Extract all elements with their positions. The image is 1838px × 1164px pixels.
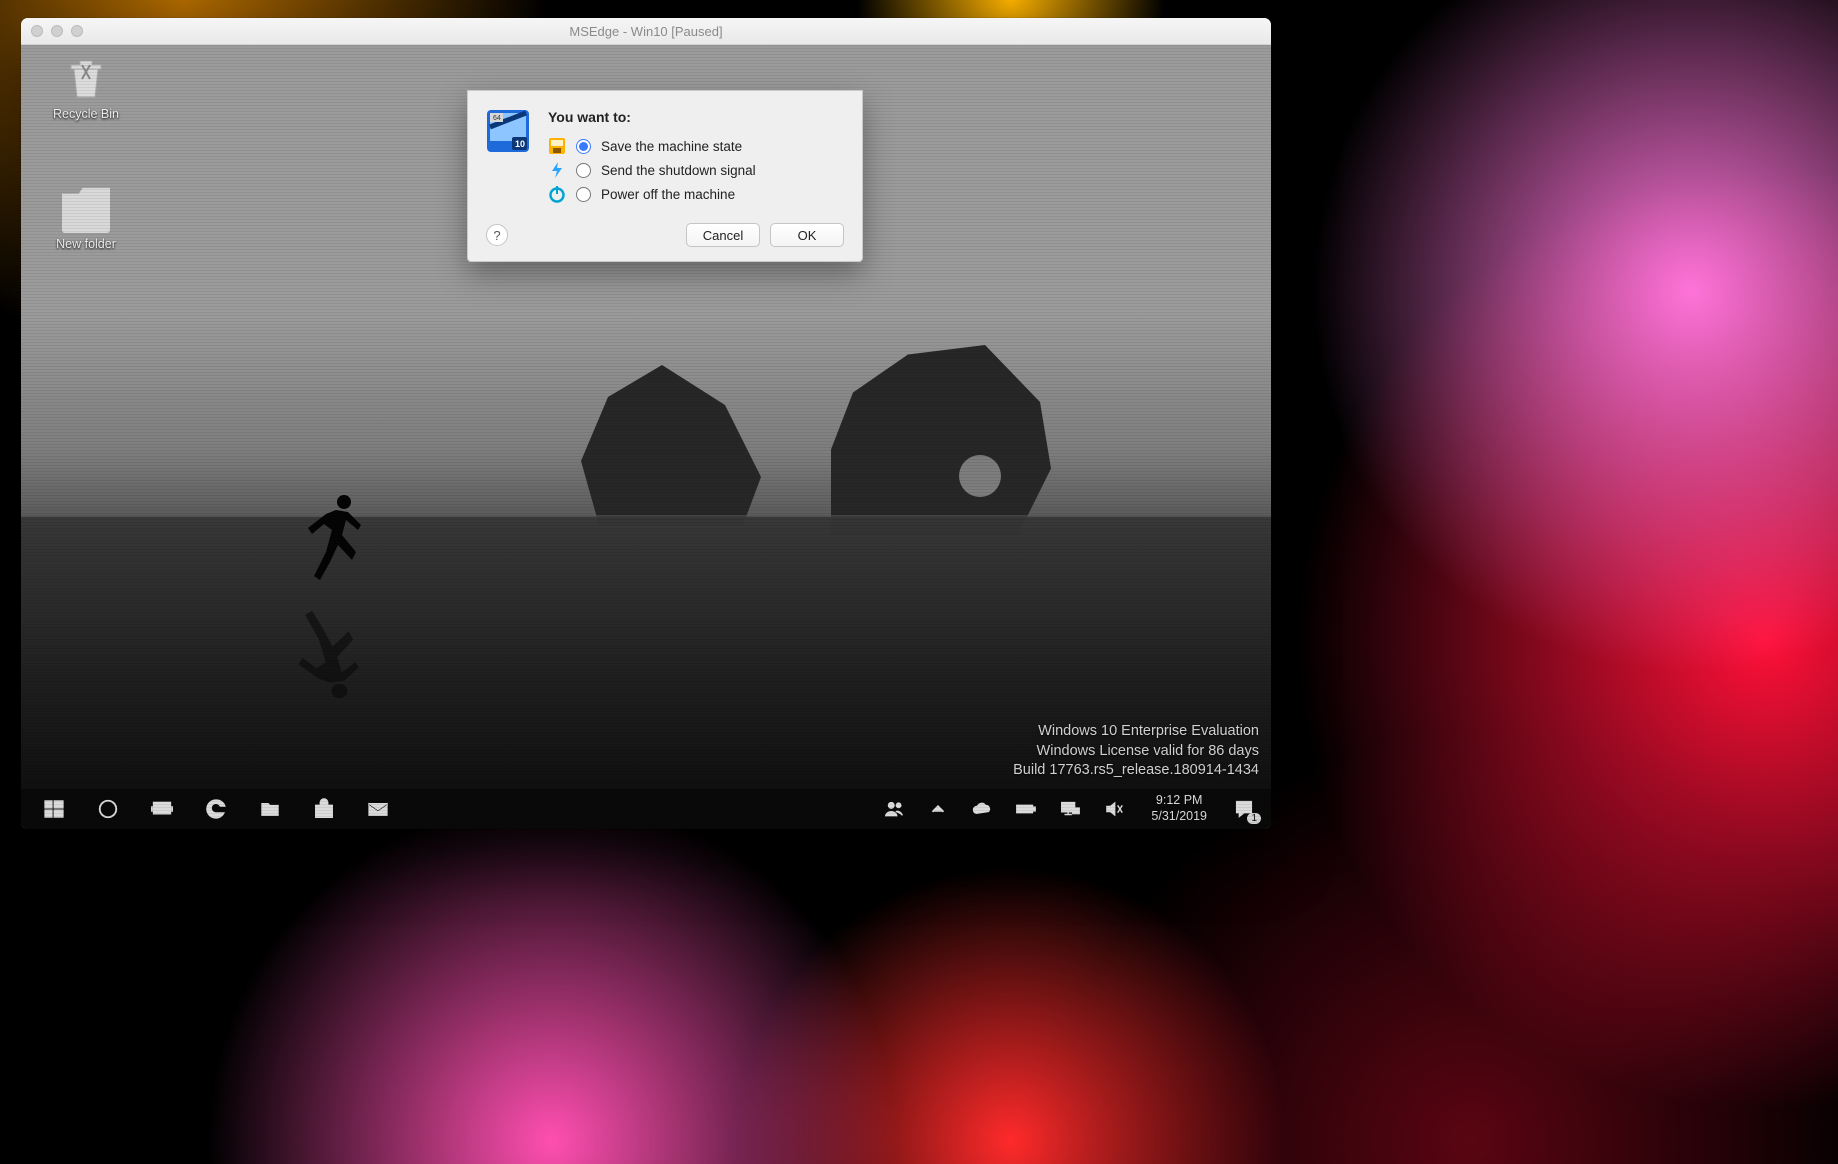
tray-overflow-chevron-icon[interactable] (925, 796, 951, 822)
option-save-state[interactable]: Save the machine state (548, 137, 844, 155)
taskbar-app-file-explorer[interactable] (257, 796, 283, 822)
taskbar-left (21, 796, 391, 822)
system-tray: 9:12 PM 5/31/2019 1 (881, 793, 1271, 824)
cortana-button[interactable] (95, 796, 121, 822)
task-view-button[interactable] (149, 796, 175, 822)
save-state-icon (548, 137, 566, 155)
tray-onedrive-icon[interactable] (969, 796, 995, 822)
cancel-label: Cancel (703, 228, 743, 243)
desktop-icon-recycle-bin[interactable]: Recycle Bin (41, 55, 131, 121)
clock-time: 9:12 PM (1151, 793, 1207, 809)
option-label: Save the machine state (601, 139, 742, 154)
shutdown-signal-icon (548, 161, 566, 179)
option-power-off[interactable]: Power off the machine (548, 185, 844, 203)
close-vm-dialog: 64 10 You want to: Save the machine state (467, 90, 863, 262)
option-label: Power off the machine (601, 187, 735, 202)
svg-text:10: 10 (515, 139, 525, 149)
tray-clock[interactable]: 9:12 PM 5/31/2019 (1145, 793, 1213, 824)
watermark-line: Windows 10 Enterprise Evaluation (1013, 722, 1259, 742)
taskbar-app-mail[interactable] (365, 796, 391, 822)
start-button[interactable] (41, 796, 67, 822)
recycle-bin-icon (62, 55, 110, 103)
option-shutdown-signal-radio[interactable] (576, 163, 591, 178)
power-off-icon (548, 185, 566, 203)
tray-people-icon[interactable] (881, 796, 907, 822)
help-button[interactable]: ? (486, 224, 508, 246)
taskbar-app-edge[interactable] (203, 796, 229, 822)
option-power-off-radio[interactable] (576, 187, 591, 202)
svg-text:64: 64 (493, 115, 501, 122)
ok-button[interactable]: OK (770, 223, 844, 247)
traffic-lights (31, 25, 83, 37)
traffic-close[interactable] (31, 25, 43, 37)
vm-window: MSEdge - Win10 [Paused] Recycle Bin New … (21, 18, 1271, 829)
tray-network-icon[interactable] (1057, 796, 1083, 822)
window-title: MSEdge - Win10 [Paused] (569, 24, 722, 39)
watermark-line: Build 17763.rs5_release.180914-1434 (1013, 761, 1259, 781)
clock-date: 5/31/2019 (1151, 809, 1207, 825)
folder-icon (62, 185, 110, 233)
cancel-button[interactable]: Cancel (686, 223, 760, 247)
option-save-state-radio[interactable] (576, 139, 591, 154)
vm-viewport: Recycle Bin New folder Windows 10 Enterp… (21, 45, 1271, 829)
help-label: ? (493, 228, 500, 243)
tray-battery-icon[interactable] (1013, 796, 1039, 822)
mac-titlebar[interactable]: MSEdge - Win10 [Paused] (21, 18, 1271, 45)
action-center-badge: 1 (1247, 813, 1261, 824)
tray-action-center-icon[interactable]: 1 (1231, 796, 1257, 822)
taskbar-app-store[interactable] (311, 796, 337, 822)
desktop-icon-label: New folder (41, 237, 131, 251)
option-label: Send the shutdown signal (601, 163, 756, 178)
wallpaper-rock-arch (831, 345, 1051, 535)
taskbar: 9:12 PM 5/31/2019 1 (21, 789, 1271, 829)
wallpaper-rock (581, 365, 761, 525)
dialog-prompt: You want to: (548, 109, 844, 125)
virtualbox-app-icon: 64 10 (486, 109, 530, 153)
tray-volume-icon[interactable] (1101, 796, 1127, 822)
traffic-zoom[interactable] (71, 25, 83, 37)
ok-label: OK (798, 228, 817, 243)
windows-license-watermark: Windows 10 Enterprise Evaluation Windows… (1013, 722, 1259, 781)
option-shutdown-signal[interactable]: Send the shutdown signal (548, 161, 844, 179)
desktop-icon-label: Recycle Bin (41, 107, 131, 121)
traffic-minimize[interactable] (51, 25, 63, 37)
watermark-line: Windows License valid for 86 days (1013, 742, 1259, 762)
desktop-icon-new-folder[interactable]: New folder (41, 185, 131, 251)
wallpaper-runner (306, 490, 376, 590)
